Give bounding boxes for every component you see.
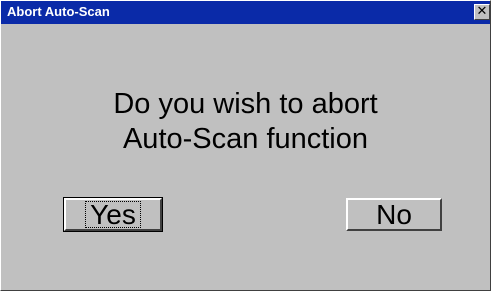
abort-auto-scan-dialog: Abort Auto-Scan ✕ Do you wish to abort A… [0, 0, 491, 291]
message-line-1: Do you wish to abort [113, 88, 378, 120]
close-icon: ✕ [476, 4, 488, 19]
dialog-title: Abort Auto-Scan [7, 4, 110, 19]
no-button-label: No [376, 199, 412, 230]
close-button[interactable]: ✕ [474, 4, 490, 20]
dialog-message: Do you wish to abort Auto-Scan function [1, 87, 490, 157]
dialog-body: Do you wish to abort Auto-Scan function … [1, 24, 490, 290]
yes-button-label: Yes [85, 201, 141, 229]
message-line-2: Auto-Scan function [122, 123, 369, 155]
title-bar[interactable]: Abort Auto-Scan ✕ [1, 1, 490, 24]
yes-button[interactable]: Yes [63, 197, 163, 232]
no-button[interactable]: No [346, 198, 442, 231]
